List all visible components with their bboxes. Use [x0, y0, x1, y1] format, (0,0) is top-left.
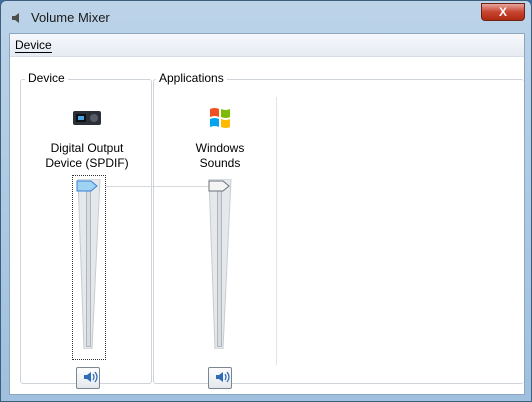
client-area: Device Device Applications Digital Outpu…	[9, 33, 525, 395]
windows-sounds-channel-name: Windows Sounds	[195, 141, 245, 170]
device-group-label: Device	[25, 71, 68, 85]
applications-group-label: Applications	[156, 71, 227, 85]
speaker-device-icon	[73, 111, 101, 125]
title-bar[interactable]: Volume Mixer X	[1, 1, 531, 33]
speaker-icon	[12, 13, 19, 23]
volume-mixer-window: Volume Mixer X Device Device Application…	[0, 0, 532, 402]
menu-device[interactable]: Device	[15, 38, 52, 53]
windows-sounds-volume-thumb[interactable]	[208, 180, 230, 192]
device-volume-thumb[interactable]	[76, 180, 98, 192]
device-channel-name: Digital Output Device (SPDIF)	[45, 141, 129, 170]
menu-bar: Device	[10, 34, 524, 57]
close-button[interactable]: X	[481, 3, 525, 21]
device-mute-button[interactable]	[76, 367, 100, 389]
device-volume-track[interactable]	[86, 187, 91, 347]
slider-link-line	[106, 186, 212, 187]
window-title: Volume Mixer	[31, 10, 110, 25]
mixer-content: Device Applications Digital Output Devic…	[10, 57, 524, 394]
applications-divider	[276, 97, 277, 365]
windows-sounds-volume-track[interactable]	[217, 187, 222, 347]
speaker-volume-icon	[84, 371, 98, 382]
windows-logo-icon	[210, 108, 230, 128]
speaker-volume-icon	[216, 371, 230, 382]
windows-sounds-mute-button[interactable]	[208, 367, 232, 389]
